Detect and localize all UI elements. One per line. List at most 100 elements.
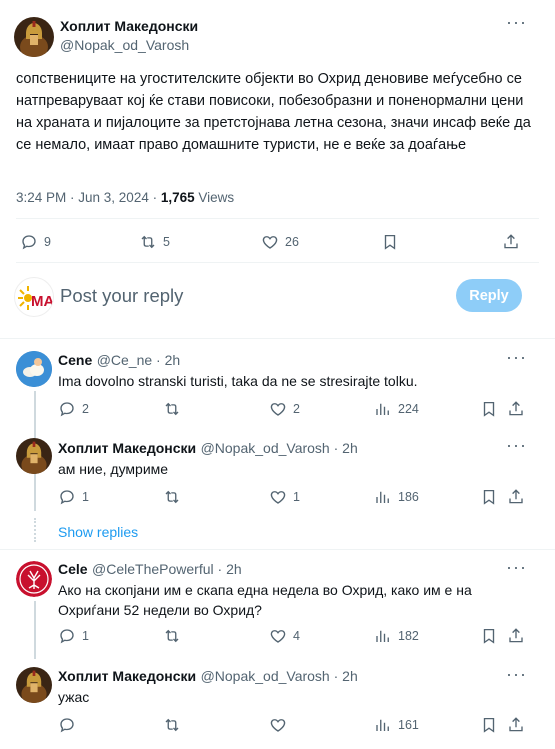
bookmark-icon <box>480 716 498 734</box>
views-action[interactable]: 186 <box>374 488 419 506</box>
avatar-image <box>14 17 54 57</box>
reply-author-handle[interactable]: @CeleThePowerful · 2h <box>92 561 242 577</box>
reply-action[interactable]: 1 <box>58 488 89 506</box>
reply-action[interactable]: 2 <box>58 400 89 418</box>
share-button[interactable] <box>502 233 520 251</box>
views-count: 186 <box>398 490 419 504</box>
repost-action[interactable] <box>163 627 187 645</box>
share-icon <box>507 488 525 506</box>
reply-submit-button[interactable]: Reply <box>456 279 522 312</box>
views-icon <box>374 716 392 734</box>
bookmark-icon <box>480 400 498 418</box>
reply-count: 1 <box>82 629 89 643</box>
tweet-text: сопствениците на угостителските објекти … <box>16 71 531 153</box>
reply-author-name[interactable]: Cele <box>58 561 88 577</box>
reply-header: Cele @CeleThePowerful · 2h <box>58 561 242 579</box>
reply-author-name[interactable]: Хоплит Македонски <box>58 440 196 456</box>
reply-avatar[interactable] <box>16 351 52 387</box>
views-icon <box>374 627 392 645</box>
views-action[interactable]: 224 <box>374 400 419 418</box>
author-avatar[interactable] <box>14 17 54 57</box>
views-count: 182 <box>398 629 419 643</box>
reply-avatar[interactable] <box>16 561 52 597</box>
more-icon[interactable]: ··· <box>506 664 527 685</box>
share-icon <box>507 400 525 418</box>
show-replies-link[interactable]: Show replies <box>58 524 138 540</box>
reply-action[interactable]: 9 <box>20 233 51 251</box>
divider <box>16 262 539 263</box>
repost-action[interactable]: 5 <box>139 233 170 251</box>
views-icon <box>374 400 392 418</box>
reply-text: Ima dovolno stranski turisti, taka da ne… <box>58 373 418 389</box>
author-handle[interactable]: @Nopak_od_Varosh <box>60 37 189 53</box>
cloud-avatar-icon <box>16 351 52 387</box>
divider <box>16 218 539 219</box>
like-action[interactable]: 1 <box>269 488 300 506</box>
reply-icon <box>20 233 38 251</box>
like-action[interactable]: 26 <box>261 233 299 251</box>
bookmark-button[interactable] <box>480 627 498 645</box>
divider <box>0 338 555 339</box>
like-icon <box>269 488 287 506</box>
avatar-image <box>16 667 52 703</box>
thread-line <box>34 601 36 659</box>
share-icon <box>507 627 525 645</box>
current-user-avatar[interactable]: MA <box>14 277 54 317</box>
like-icon <box>269 400 287 418</box>
reply-input[interactable]: Post your reply <box>60 285 183 307</box>
bookmark-button[interactable] <box>480 716 498 734</box>
reply-count: 2 <box>82 402 89 416</box>
reply-author-handle[interactable]: @Nopak_od_Varosh · 2h <box>201 668 358 684</box>
more-icon[interactable]: ··· <box>506 557 527 578</box>
tweet-timestamp[interactable]: 3:24 PM · Jun 3, 2024 · <box>16 190 161 205</box>
like-icon <box>269 716 287 734</box>
reply-author-name[interactable]: Хоплит Македонски <box>58 668 196 684</box>
share-button[interactable] <box>507 488 525 506</box>
reply-action[interactable] <box>58 716 82 734</box>
reply-text: Ако на скопјани им е скапа една недела в… <box>58 582 472 618</box>
reply-icon <box>58 488 76 506</box>
share-button[interactable] <box>507 716 525 734</box>
repost-count: 5 <box>163 235 170 249</box>
views-label: Views <box>194 190 235 205</box>
like-action[interactable]: 4 <box>269 627 300 645</box>
share-icon <box>507 716 525 734</box>
reply-action[interactable]: 1 <box>58 627 89 645</box>
reply-header: Хоплит Македонски @Nopak_od_Varosh · 2h <box>58 668 358 686</box>
repost-icon <box>163 627 181 645</box>
like-action[interactable] <box>269 716 293 734</box>
more-icon[interactable]: ··· <box>506 347 527 368</box>
views-action[interactable]: 161 <box>374 716 419 734</box>
repost-action[interactable] <box>163 400 187 418</box>
like-action[interactable]: 2 <box>269 400 300 418</box>
share-button[interactable] <box>507 627 525 645</box>
views-action[interactable]: 182 <box>374 627 419 645</box>
repost-icon <box>163 716 181 734</box>
reply-author-handle[interactable]: @Nopak_od_Varosh · 2h <box>201 440 358 456</box>
reply-avatar[interactable] <box>16 667 52 703</box>
bookmark-icon <box>381 233 399 251</box>
bookmark-button[interactable] <box>381 233 399 251</box>
reply-count: 1 <box>82 490 89 504</box>
flag-logo-icon: MA <box>18 286 54 310</box>
repost-action[interactable] <box>163 716 187 734</box>
share-icon <box>502 233 520 251</box>
bookmark-button[interactable] <box>480 400 498 418</box>
more-icon[interactable]: ··· <box>506 12 527 33</box>
tree-avatar-icon <box>16 561 52 597</box>
views-icon <box>374 488 392 506</box>
more-icon[interactable]: ··· <box>506 435 527 456</box>
reply-avatar[interactable] <box>16 438 52 474</box>
like-count: 4 <box>293 629 300 643</box>
svg-text:MA: MA <box>31 293 54 310</box>
repost-action[interactable] <box>163 488 187 506</box>
reply-author-handle[interactable]: @Ce_ne · 2h <box>97 352 180 368</box>
author-name[interactable]: Хоплит Македонски <box>60 18 198 34</box>
reply-count: 9 <box>44 235 51 249</box>
reply-author-name[interactable]: Cene <box>58 352 92 368</box>
reply-header: Хоплит Македонски @Nopak_od_Varosh · 2h <box>58 440 358 458</box>
bookmark-button[interactable] <box>480 488 498 506</box>
reply-text: ам ние, думриме <box>58 461 169 477</box>
share-button[interactable] <box>507 400 525 418</box>
repost-icon <box>139 233 157 251</box>
